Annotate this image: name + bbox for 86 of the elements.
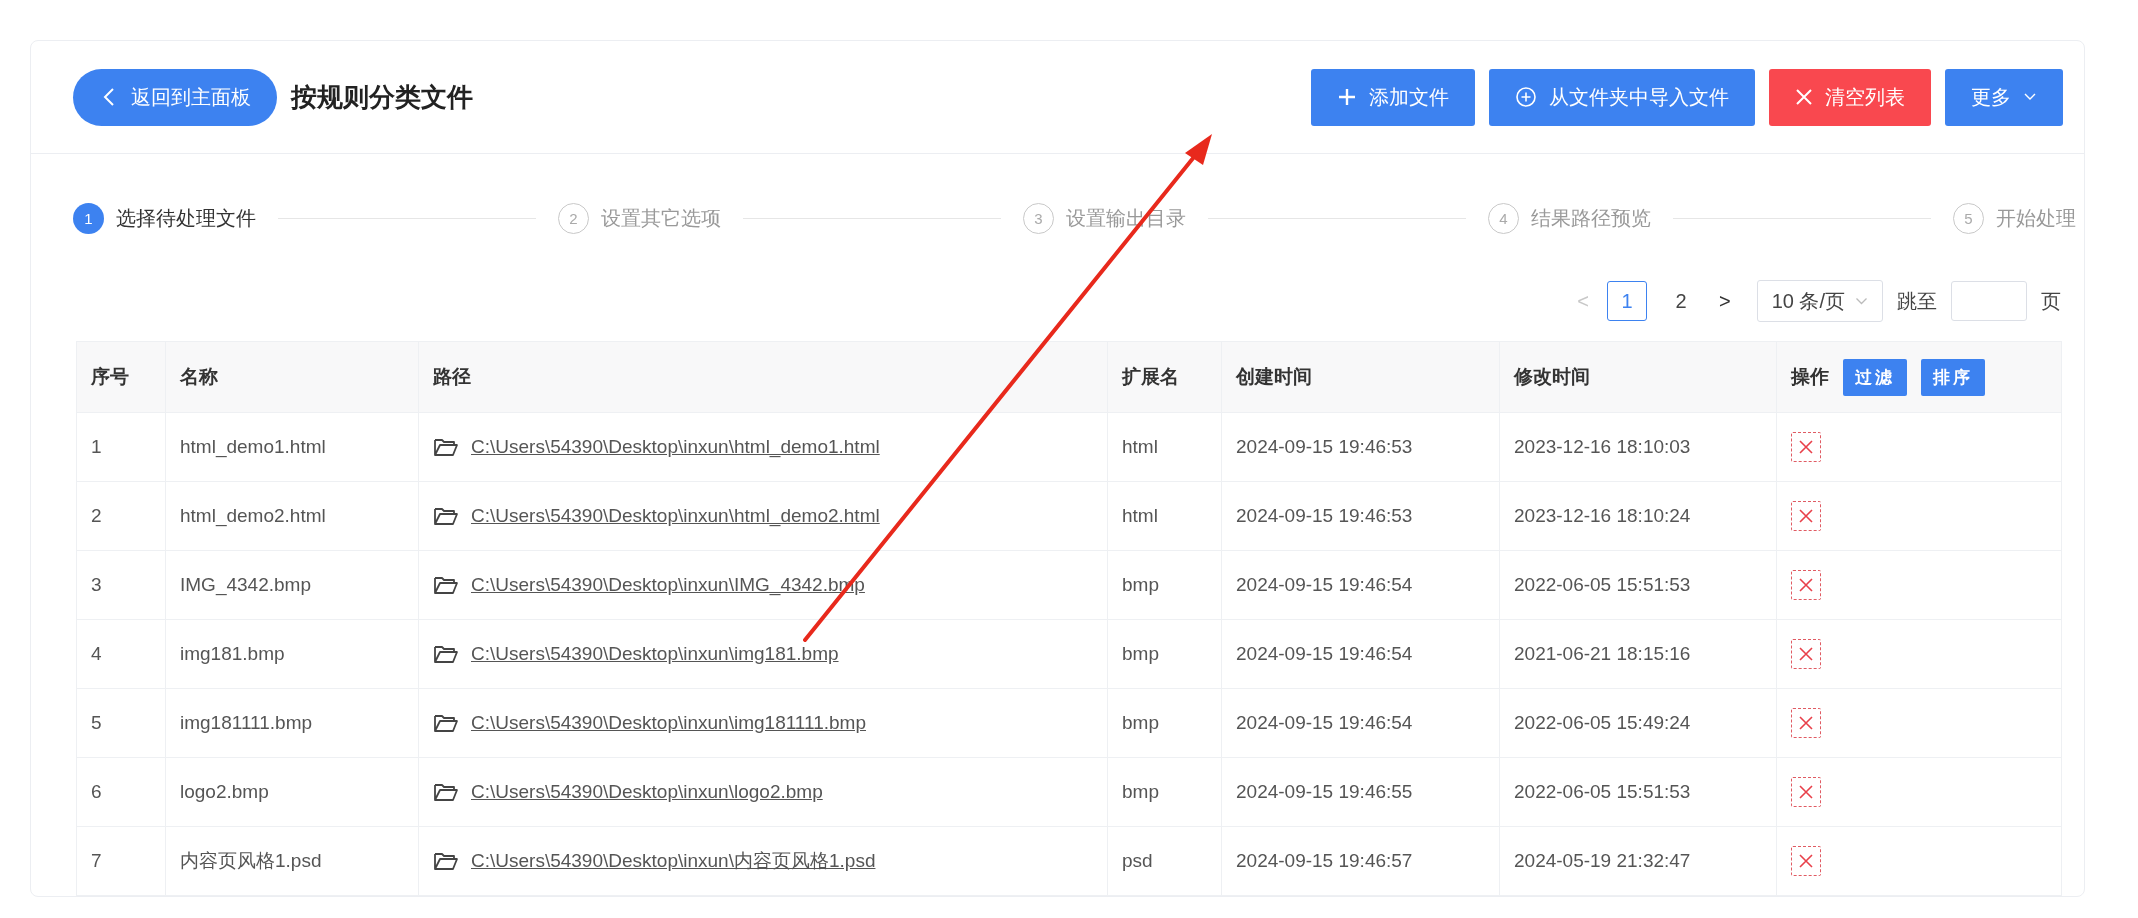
delete-icon[interactable] bbox=[1791, 777, 1821, 807]
table-cell: 2024-09-15 19:46:54 bbox=[1221, 688, 1500, 758]
table-cell: 2022-06-05 15:51:53 bbox=[1499, 757, 1777, 827]
table-cell: 7 bbox=[76, 826, 166, 896]
table-cell: 2022-06-05 15:51:53 bbox=[1499, 550, 1777, 620]
column-header: 修改时间 bbox=[1499, 341, 1777, 413]
delete-icon[interactable] bbox=[1791, 432, 1821, 462]
delete-icon[interactable] bbox=[1791, 639, 1821, 669]
table-cell: img181111.bmp bbox=[165, 688, 419, 758]
caret-down-icon bbox=[1855, 296, 1868, 306]
delete-icon[interactable] bbox=[1791, 846, 1821, 876]
column-header: 名称 bbox=[165, 341, 419, 413]
column-header: 序号 bbox=[76, 341, 166, 413]
back-button[interactable]: 返回到主面板 bbox=[73, 68, 277, 126]
folder-icon bbox=[433, 506, 459, 526]
page-title: 按规则分类文件 bbox=[291, 80, 473, 114]
folder-icon bbox=[433, 851, 459, 871]
table-cell: IMG_4342.bmp bbox=[165, 550, 419, 620]
step-label: 选择待处理文件 bbox=[116, 205, 256, 231]
page-size-select[interactable]: 10 条/页 bbox=[1756, 280, 1883, 322]
delete-icon[interactable] bbox=[1791, 501, 1821, 531]
circle-plus-icon bbox=[1515, 86, 1537, 108]
table-cell: 2023-12-16 18:10:24 bbox=[1499, 481, 1777, 551]
jump-label: 跳至 bbox=[1897, 288, 1937, 314]
table-cell: 2 bbox=[76, 481, 166, 551]
table-cell: html bbox=[1107, 481, 1222, 551]
file-path-link[interactable]: C:\Users\54390\Desktop\inxun\html_demo2.html bbox=[471, 505, 880, 527]
plus-icon bbox=[1337, 87, 1357, 107]
filter-button[interactable]: 过滤 bbox=[1843, 358, 1907, 396]
table-cell: 2024-09-15 19:46:55 bbox=[1221, 757, 1500, 827]
table-cell: logo2.bmp bbox=[165, 757, 419, 827]
folder-icon bbox=[433, 437, 459, 457]
sort-button[interactable]: 排序 bbox=[1921, 358, 1985, 396]
page-number-button[interactable]: 2 bbox=[1660, 281, 1701, 321]
page-jump-field[interactable] bbox=[1951, 281, 2027, 321]
delete-icon[interactable] bbox=[1791, 708, 1821, 738]
more-button[interactable]: 更多 bbox=[1945, 68, 2063, 126]
table-cell: 1 bbox=[76, 412, 166, 482]
table-cell: 2021-06-21 18:15:16 bbox=[1499, 619, 1777, 689]
table-cell: 2023-12-16 18:10:03 bbox=[1499, 412, 1777, 482]
table-cell: 2024-09-15 19:46:57 bbox=[1221, 826, 1500, 896]
file-path-link[interactable]: C:\Users\54390\Desktop\inxun\img181.bmp bbox=[471, 643, 839, 665]
table-cell: 2024-09-15 19:46:53 bbox=[1221, 481, 1500, 551]
caret-down-icon bbox=[2023, 92, 2037, 102]
column-header: 路径 bbox=[418, 341, 1108, 413]
column-header: 扩展名 bbox=[1107, 341, 1222, 413]
next-page-button[interactable]: > bbox=[1714, 289, 1735, 313]
file-path-link[interactable]: C:\Users\54390\Desktop\inxun\logo2.bmp bbox=[471, 781, 823, 803]
folder-icon bbox=[433, 782, 459, 802]
add-file-button[interactable]: 添加文件 bbox=[1311, 68, 1475, 126]
folder-icon bbox=[433, 644, 459, 664]
column-header: 操作 bbox=[1791, 365, 1829, 387]
file-path-link[interactable]: C:\Users\54390\Desktop\inxun\img181111.bmp bbox=[471, 712, 866, 734]
table-cell: bmp bbox=[1107, 550, 1222, 620]
step-label: 开始处理 bbox=[1996, 205, 2076, 231]
table-cell: bmp bbox=[1107, 757, 1222, 827]
column-header: 创建时间 bbox=[1221, 341, 1500, 413]
table-cell: 2024-09-15 19:46:53 bbox=[1221, 412, 1500, 482]
step-label: 结果路径预览 bbox=[1531, 205, 1651, 231]
folder-icon bbox=[433, 575, 459, 595]
table-cell: bmp bbox=[1107, 619, 1222, 689]
table-cell: 5 bbox=[76, 688, 166, 758]
page-suffix-label: 页 bbox=[2041, 288, 2061, 314]
table-cell: 4 bbox=[76, 619, 166, 689]
table-cell: 2022-06-05 15:49:24 bbox=[1499, 688, 1777, 758]
table-cell: 内容页风格1.psd bbox=[165, 826, 419, 896]
step-number: 1 bbox=[73, 202, 104, 234]
folder-icon bbox=[433, 713, 459, 733]
page-number-button[interactable]: 1 bbox=[1606, 281, 1647, 321]
table-cell: html_demo1.html bbox=[165, 412, 419, 482]
table-cell: 2024-05-19 21:32:47 bbox=[1499, 826, 1777, 896]
chevron-left-icon bbox=[103, 87, 115, 107]
table-cell: bmp bbox=[1107, 688, 1222, 758]
table-cell: psd bbox=[1107, 826, 1222, 896]
table-cell: html bbox=[1107, 412, 1222, 482]
file-path-link[interactable]: C:\Users\54390\Desktop\inxun\html_demo1.html bbox=[471, 436, 880, 458]
import-folder-button[interactable]: 从文件夹中导入文件 bbox=[1489, 68, 1755, 126]
table-cell: img181.bmp bbox=[165, 619, 419, 689]
table-cell: 2024-09-15 19:46:54 bbox=[1221, 619, 1500, 689]
table-cell: html_demo2.html bbox=[165, 481, 419, 551]
table-cell: 3 bbox=[76, 550, 166, 620]
table-cell: 2024-09-15 19:46:54 bbox=[1221, 550, 1500, 620]
table-cell: 6 bbox=[76, 757, 166, 827]
step-label: 设置其它选项 bbox=[601, 205, 721, 231]
close-icon bbox=[1795, 88, 1813, 106]
delete-icon[interactable] bbox=[1791, 570, 1821, 600]
